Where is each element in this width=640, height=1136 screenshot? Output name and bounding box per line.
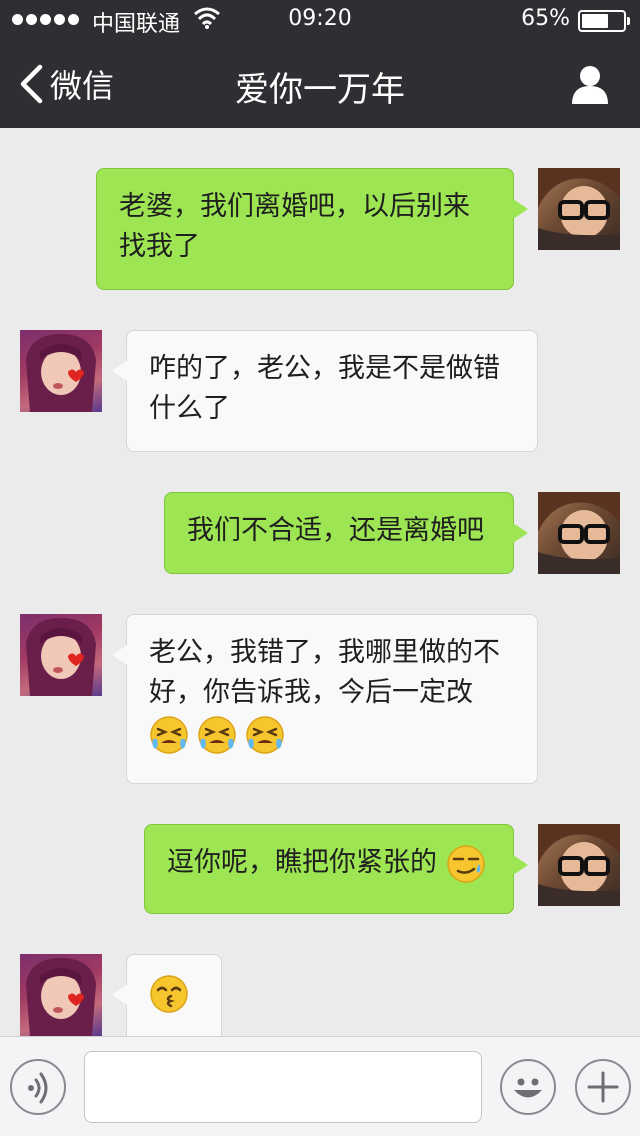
battery-level-fill	[582, 14, 608, 28]
smirk-sweat-emoji	[446, 844, 485, 883]
message-text: 老公，我错了，我哪里做的不好，你告诉我，今后一定改	[149, 637, 500, 708]
navigation-bar: 微信 爱你一万年	[0, 40, 640, 128]
message-bubble[interactable]	[112, 954, 222, 1036]
person-icon[interactable]	[570, 64, 610, 104]
plus-icon	[587, 1071, 619, 1103]
my-avatar[interactable]	[538, 168, 620, 250]
message-input[interactable]	[84, 1051, 482, 1123]
crying-face-emoji	[198, 716, 236, 754]
battery-percent: 65%	[521, 6, 570, 31]
battery-icon	[578, 10, 630, 32]
chat-title: 爱你一万年	[235, 70, 405, 110]
my-avatar[interactable]	[538, 492, 620, 574]
kissing-face-emoji	[150, 974, 188, 1013]
more-button[interactable]	[575, 1059, 631, 1115]
contact-avatar[interactable]	[20, 330, 102, 412]
emoji-button[interactable]	[500, 1059, 556, 1115]
emoji-row	[149, 715, 515, 755]
message-bubble[interactable]: 老婆，我们离婚吧，以后别来找我了	[96, 168, 528, 290]
smiley-icon	[514, 1078, 542, 1098]
message-text: 逗你呢，瞧把你紧张的	[167, 847, 437, 878]
message-bubble[interactable]: 咋的了，老公，我是不是做错什么了	[112, 330, 538, 452]
crying-face-emoji	[246, 716, 284, 754]
crying-face-emoji	[150, 716, 188, 754]
contact-avatar[interactable]	[20, 614, 102, 696]
status-bar: 中国联通 09:20 65%	[0, 0, 640, 40]
message-text: 老婆，我们离婚吧，以后别来找我了	[119, 191, 470, 262]
top-bar: 中国联通 09:20 65% 微信 爱你一万年	[0, 0, 640, 128]
message-bubble[interactable]: 我们不合适，还是离婚吧	[164, 492, 528, 574]
voice-icon	[28, 1072, 48, 1104]
chat-area[interactable]: 老婆，我们离婚吧，以后别来找我了 咋的了，老公，我是不是做错什么了 我们不合适，…	[0, 128, 640, 1036]
message-bubble[interactable]: 逗你呢，瞧把你紧张的	[144, 824, 528, 914]
message-text: 咋的了，老公，我是不是做错什么了	[149, 353, 500, 424]
message-text: 我们不合适，还是离婚吧	[187, 515, 484, 546]
my-avatar[interactable]	[538, 824, 620, 906]
contact-avatar[interactable]	[20, 954, 102, 1036]
input-bar	[0, 1036, 640, 1136]
voice-button[interactable]	[10, 1059, 66, 1115]
message-bubble[interactable]: 老公，我错了，我哪里做的不好，你告诉我，今后一定改	[112, 614, 538, 784]
